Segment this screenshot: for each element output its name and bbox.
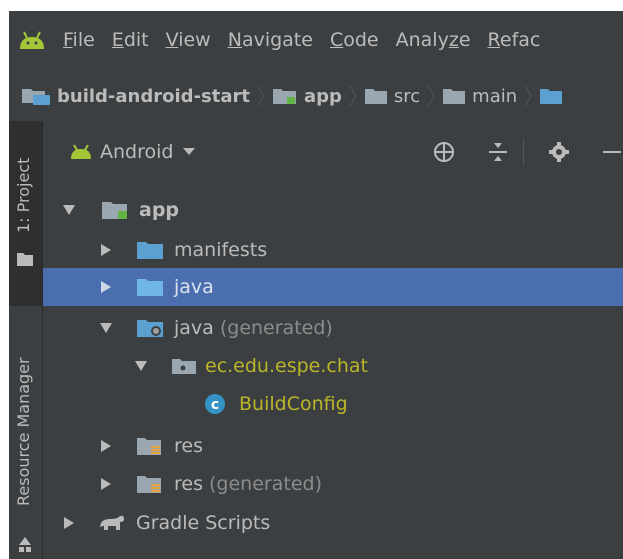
module-folder-icon: [272, 89, 296, 104]
tree-label: ec.edu.espe.chat: [205, 355, 368, 377]
chevron-right-icon: [427, 85, 435, 107]
collapsed-arrow-icon[interactable]: [100, 281, 112, 293]
tree-row-manifests[interactable]: manifests: [43, 231, 623, 269]
resource-manager-icon: [19, 537, 31, 552]
expanded-arrow-icon[interactable]: [63, 204, 75, 216]
collapsed-arrow-icon[interactable]: [100, 440, 112, 452]
module-folder-icon: [102, 202, 127, 219]
android-icon: [71, 144, 91, 159]
view-selector-label: Android: [100, 141, 174, 163]
project-tool-tab[interactable]: 1: Project: [9, 121, 42, 306]
tree-label: java: [174, 276, 214, 298]
tree-label: java (generated): [174, 317, 333, 339]
gear-icon[interactable]: [548, 141, 570, 163]
class-icon: c: [205, 394, 225, 414]
tree-label: res (generated): [174, 473, 322, 495]
folder-icon: [364, 89, 387, 104]
generated-folder-icon: [137, 320, 163, 337]
expanded-arrow-icon[interactable]: [100, 322, 112, 334]
panel-header: Android: [43, 121, 623, 183]
gradle-elephant-icon: [100, 515, 124, 530]
breadcrumb-project[interactable]: build-android-start: [21, 86, 250, 107]
toolbar-divider: [523, 139, 524, 165]
menu-file[interactable]: File: [63, 29, 95, 51]
resource-manager-tab[interactable]: Resource Manager: [9, 311, 42, 559]
project-panel: Android app manifests java java (generat…: [43, 121, 623, 559]
tool-window-strip: 1: Project Resource Manager: [9, 121, 43, 559]
menu-view[interactable]: View: [166, 29, 211, 51]
menu-edit[interactable]: Edit: [112, 29, 149, 51]
chevron-right-icon: [257, 85, 265, 107]
expanded-arrow-icon[interactable]: [135, 360, 147, 372]
folder-icon: [137, 242, 163, 259]
tree-row-java[interactable]: java: [43, 268, 623, 306]
tree-row-gradle-scripts[interactable]: Gradle Scripts: [43, 504, 623, 542]
collapsed-arrow-icon[interactable]: [100, 478, 112, 490]
breadcrumb-app[interactable]: app: [272, 86, 342, 107]
folder-icon: [540, 89, 563, 104]
collapse-all-icon[interactable]: [488, 141, 508, 163]
tree-label: manifests: [174, 239, 268, 261]
tree-label: res: [174, 435, 203, 457]
resource-manager-label: Resource Manager: [14, 357, 33, 506]
tree-row-app[interactable]: app: [43, 191, 623, 229]
resource-folder-icon: [137, 438, 161, 455]
project-folder-icon: [22, 89, 50, 105]
ide-window: File Edit View Navigate Code Analyze Ref…: [9, 11, 623, 559]
menu-analyze[interactable]: Analyze: [396, 29, 471, 51]
svg-text:c: c: [211, 397, 219, 413]
tree-label: app: [139, 199, 180, 221]
menu-refactor[interactable]: Refac: [488, 29, 541, 51]
folder-icon: [137, 279, 163, 296]
chevron-down-icon: [183, 148, 196, 155]
tree-row-res-generated[interactable]: res (generated): [43, 465, 623, 503]
tree-label: BuildConfig: [239, 393, 348, 415]
view-selector[interactable]: Android: [70, 141, 196, 163]
tree-row-java-generated[interactable]: java (generated): [43, 309, 623, 347]
breadcrumb: build-android-start app src main: [9, 73, 623, 119]
menu-code[interactable]: Code: [330, 29, 379, 51]
minimize-icon[interactable]: [601, 141, 621, 163]
crosshair-icon[interactable]: [433, 141, 455, 163]
resource-folder-icon: [137, 476, 161, 493]
tree-row-res[interactable]: res: [43, 427, 623, 465]
menu-bar: File Edit View Navigate Code Analyze Ref…: [9, 11, 623, 69]
tree-row-package[interactable]: ec.edu.espe.chat: [43, 347, 623, 385]
project-tab-label: 1: Project: [14, 157, 33, 233]
package-folder-icon: [172, 359, 196, 374]
collapsed-arrow-icon[interactable]: [100, 244, 112, 256]
breadcrumb-main[interactable]: main: [442, 86, 517, 107]
menu-navigate[interactable]: Navigate: [228, 29, 313, 51]
breadcrumb-src[interactable]: src: [364, 86, 420, 107]
chevron-right-icon: [524, 85, 532, 107]
collapsed-arrow-icon[interactable]: [63, 517, 75, 529]
chevron-right-icon: [349, 85, 357, 107]
android-logo-icon: [20, 31, 44, 49]
folder-icon: [17, 253, 33, 266]
tree-row-buildconfig[interactable]: c BuildConfig: [43, 385, 623, 423]
folder-icon: [443, 89, 466, 104]
tree-label: Gradle Scripts: [136, 512, 271, 534]
